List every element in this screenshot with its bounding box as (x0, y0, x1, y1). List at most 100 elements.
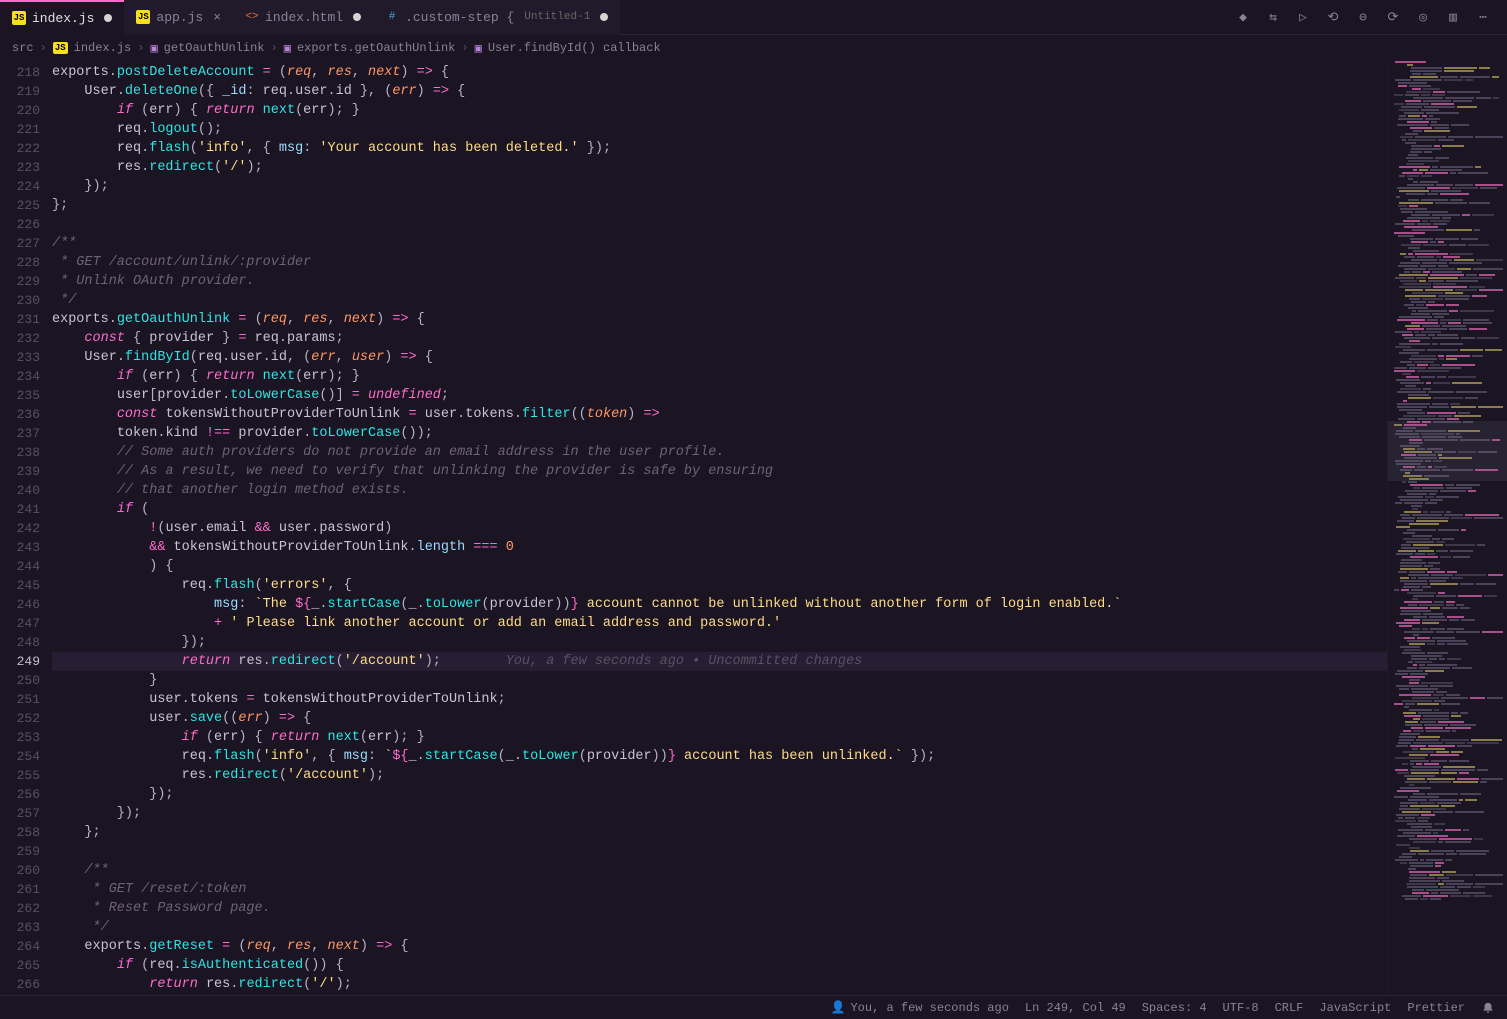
line-number[interactable]: 225 (0, 196, 40, 215)
line-number[interactable]: 257 (0, 804, 40, 823)
line-number[interactable]: 236 (0, 405, 40, 424)
status-language[interactable]: JavaScript (1319, 1001, 1391, 1015)
status-formatter[interactable]: Prettier (1407, 1001, 1465, 1015)
code-line[interactable]: ) { (52, 557, 1387, 576)
code-line[interactable] (52, 215, 1387, 234)
line-number[interactable]: 223 (0, 158, 40, 177)
code-line[interactable]: }; (52, 196, 1387, 215)
breadcrumb-symbol[interactable]: getOauthUnlink (164, 41, 265, 55)
code-line[interactable]: res.redirect('/account'); (52, 766, 1387, 785)
minimap[interactable] (1387, 61, 1507, 995)
line-number[interactable]: 256 (0, 785, 40, 804)
line-number[interactable]: 265 (0, 956, 40, 975)
breadcrumb-symbol[interactable]: User.findById() callback (488, 41, 661, 55)
line-number[interactable]: 237 (0, 424, 40, 443)
status-encoding[interactable]: UTF-8 (1223, 1001, 1259, 1015)
code-line[interactable]: if (err) { return next(err); } (52, 101, 1387, 120)
close-icon[interactable]: × (213, 10, 221, 25)
code-line[interactable]: return res.redirect('/'); (52, 975, 1387, 994)
line-number[interactable]: 242 (0, 519, 40, 538)
code-line[interactable]: res.redirect('/'); (52, 158, 1387, 177)
tab-app-js[interactable]: JSapp.js× (124, 0, 233, 35)
line-number[interactable]: 246 (0, 595, 40, 614)
code-line[interactable]: */ (52, 291, 1387, 310)
line-number[interactable]: 262 (0, 899, 40, 918)
code-line[interactable]: // Some auth providers do not provide an… (52, 443, 1387, 462)
code-line[interactable]: * GET /account/unlink/:provider (52, 253, 1387, 272)
code-line[interactable]: req.logout(); (52, 120, 1387, 139)
code-line[interactable]: user.tokens = tokensWithoutProviderToUnl… (52, 690, 1387, 709)
line-number[interactable]: 255 (0, 766, 40, 785)
line-number[interactable]: 218 (0, 63, 40, 82)
code-line[interactable]: exports.getReset = (req, res, next) => { (52, 937, 1387, 956)
code-line[interactable]: if ( (52, 500, 1387, 519)
line-number[interactable]: 230 (0, 291, 40, 310)
line-number[interactable]: 264 (0, 937, 40, 956)
line-number[interactable]: 245 (0, 576, 40, 595)
breadcrumb-file[interactable]: index.js (74, 41, 132, 55)
code-line[interactable]: req.flash('info', { msg: 'Your account h… (52, 139, 1387, 158)
code-area[interactable]: exports.postDeleteAccount = (req, res, n… (52, 61, 1387, 995)
code-line[interactable]: }); (52, 804, 1387, 823)
line-number[interactable]: 241 (0, 500, 40, 519)
code-line[interactable]: msg: `The ${_.startCase(_.toLower(provid… (52, 595, 1387, 614)
code-line[interactable]: req.flash('errors', { (52, 576, 1387, 595)
line-number[interactable]: 250 (0, 671, 40, 690)
commit-forward-icon[interactable]: ⟳ (1385, 9, 1401, 25)
code-line[interactable]: }); (52, 785, 1387, 804)
line-number[interactable]: 220 (0, 101, 40, 120)
line-number[interactable]: 252 (0, 709, 40, 728)
code-line[interactable]: */ (52, 918, 1387, 937)
code-line[interactable]: * Unlink OAuth provider. (52, 272, 1387, 291)
code-line[interactable]: if (err) { return next(err); } (52, 728, 1387, 747)
status-cursor-position[interactable]: Ln 249, Col 49 (1025, 1001, 1126, 1015)
minimap-viewport[interactable] (1388, 421, 1507, 481)
code-line[interactable] (52, 842, 1387, 861)
code-line[interactable]: const { provider } = req.params; (52, 329, 1387, 348)
line-number[interactable]: 227 (0, 234, 40, 253)
line-number[interactable]: 224 (0, 177, 40, 196)
tab-index-js[interactable]: JSindex.js (0, 0, 124, 35)
code-line[interactable]: && tokensWithoutProviderToUnlink.length … (52, 538, 1387, 557)
code-line[interactable]: }; (52, 823, 1387, 842)
code-line[interactable]: }); (52, 633, 1387, 652)
code-line[interactable]: /** (52, 234, 1387, 253)
code-line[interactable]: exports.getOauthUnlink = (req, res, next… (52, 310, 1387, 329)
status-blame[interactable]: 👤 You, a few seconds ago (831, 1000, 1009, 1015)
commit-back-icon[interactable]: ⟲ (1325, 9, 1341, 25)
line-number[interactable]: 259 (0, 842, 40, 861)
tab--custom-step-[interactable]: #.custom-step {Untitled-1 (373, 0, 620, 35)
run-icon[interactable]: ▷ (1295, 9, 1311, 25)
code-line[interactable]: token.kind !== provider.toLowerCase()); (52, 424, 1387, 443)
breadcrumb-folder[interactable]: src (12, 41, 34, 55)
code-line[interactable]: exports.postDeleteAccount = (req, res, n… (52, 63, 1387, 82)
line-number[interactable]: 238 (0, 443, 40, 462)
line-number[interactable]: 229 (0, 272, 40, 291)
line-number[interactable]: 266 (0, 975, 40, 994)
code-line[interactable]: }); (52, 177, 1387, 196)
line-number[interactable]: 219 (0, 82, 40, 101)
code-line[interactable]: * Reset Password page. (52, 899, 1387, 918)
line-number[interactable]: 247 (0, 614, 40, 633)
line-number[interactable]: 231 (0, 310, 40, 329)
target-icon[interactable]: ◎ (1415, 9, 1431, 25)
line-number[interactable]: 233 (0, 348, 40, 367)
code-line[interactable]: User.deleteOne({ _id: req.user.id }, (er… (52, 82, 1387, 101)
code-line[interactable]: return res.redirect('/account'); You, a … (52, 652, 1387, 671)
code-line[interactable]: user.save((err) => { (52, 709, 1387, 728)
commit-dash-icon[interactable]: ⊖ (1355, 9, 1371, 25)
line-number[interactable]: 221 (0, 120, 40, 139)
line-number[interactable]: 253 (0, 728, 40, 747)
code-line[interactable]: // that another login method exists. (52, 481, 1387, 500)
line-number[interactable]: 263 (0, 918, 40, 937)
line-number[interactable]: 249 (0, 652, 40, 671)
line-number[interactable]: 248 (0, 633, 40, 652)
status-eol[interactable]: CRLF (1275, 1001, 1304, 1015)
line-number[interactable]: 251 (0, 690, 40, 709)
split-editor-icon[interactable]: ▥ (1445, 9, 1461, 25)
code-line[interactable]: if (err) { return next(err); } (52, 367, 1387, 386)
status-indentation[interactable]: Spaces: 4 (1142, 1001, 1207, 1015)
line-number[interactable]: 261 (0, 880, 40, 899)
code-line[interactable]: user[provider.toLowerCase()] = undefined… (52, 386, 1387, 405)
notifications-bell-icon[interactable] (1481, 1001, 1495, 1015)
